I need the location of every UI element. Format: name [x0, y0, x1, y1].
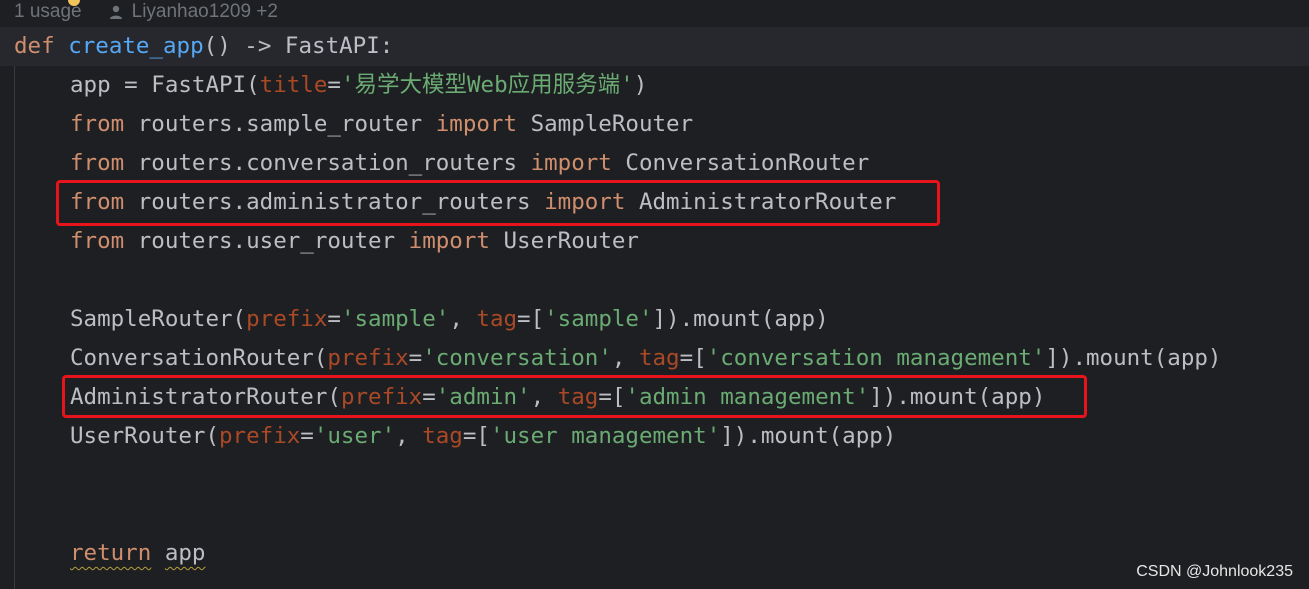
code-token: import [435, 111, 518, 137]
code-line[interactable]: ConversationRouter(prefix='conversation'… [14, 339, 1221, 378]
code-vision-hint: 1 usage Liyanhao1209 +2 [0, 0, 1309, 24]
code-token: def [14, 33, 55, 59]
highlight-box-import [56, 180, 940, 226]
authors-link[interactable]: Liyanhao1209 +2 [132, 1, 278, 23]
code-line[interactable]: return app [14, 534, 1221, 573]
code-token: tag [422, 423, 463, 449]
code-token: 易学大模型 [354, 72, 467, 98]
code-token: return [70, 540, 152, 566]
code-line[interactable]: from routers.conversation_routers import… [14, 144, 1221, 183]
code-token: ConversationRouter [611, 150, 870, 176]
code-line[interactable] [14, 456, 1221, 495]
code-token: prefix [327, 345, 409, 371]
code-token: = [300, 423, 314, 449]
code-token: UserRouter [489, 228, 639, 254]
code-token: routers.conversation_routers [124, 150, 531, 176]
code-token: ' [620, 72, 634, 98]
code-token: SampleRouter [517, 111, 694, 137]
code-token: =[ [679, 345, 707, 371]
code-line[interactable]: from routers.sample_router import Sample… [14, 105, 1221, 144]
code-editor[interactable]: def create_app() -> FastAPI: app = FastAP… [14, 27, 1221, 573]
code-token: 应用服务端 [507, 72, 621, 98]
code-token: prefix [219, 423, 301, 449]
code-line[interactable]: from routers.user_router import UserRout… [14, 222, 1221, 261]
code-token: , [611, 345, 639, 371]
code-line[interactable] [14, 261, 1221, 300]
code-token: import [530, 150, 612, 176]
code-token: UserRouter( [70, 423, 220, 449]
code-token: routers.user_router [124, 228, 409, 254]
watermark: CSDN @Johnlook235 [1136, 563, 1293, 580]
code-token: ]).mount(app) [652, 306, 829, 332]
code-token: () -> FastAPI: [203, 33, 394, 59]
code-token: import [408, 228, 490, 254]
code-token: Web [467, 72, 508, 98]
user-icon [109, 5, 122, 19]
code-token: tag [476, 306, 518, 332]
code-token: ConversationRouter( [70, 345, 328, 371]
code-token: 'conversation' [422, 345, 612, 371]
code-token: SampleRouter( [70, 306, 247, 332]
code-token: =[ [517, 306, 545, 332]
code-token: routers.sample_router [124, 111, 436, 137]
code-line[interactable]: def create_app() -> FastAPI: [14, 27, 1221, 66]
highlight-box-mount [62, 375, 1087, 418]
code-token: 'user management' [489, 423, 721, 449]
code-token: = [327, 306, 341, 332]
code-token: = [327, 72, 341, 98]
code-line[interactable]: app = FastAPI(title='易学大模型Web应用服务端') [14, 66, 1221, 105]
code-line[interactable] [14, 495, 1221, 534]
code-token: 'sample' [340, 306, 450, 332]
code-token: 'conversation management' [706, 345, 1046, 371]
code-token: 'sample' [544, 306, 653, 332]
code-token: app = FastAPI( [70, 72, 260, 98]
code-token: ]).mount(app) [1045, 345, 1222, 371]
code-token: prefix [246, 306, 328, 332]
code-token: 'user' [313, 423, 396, 449]
code-token: tag [638, 345, 680, 371]
code-token: from [70, 150, 125, 176]
code-token: , [395, 423, 423, 449]
code-token: =[ [462, 423, 490, 449]
code-token: app [164, 540, 206, 566]
code-token: ' [340, 72, 355, 98]
code-line[interactable]: UserRouter(prefix='user', tag=['user man… [14, 417, 1221, 456]
code-token: from [70, 228, 125, 254]
code-token: ) [633, 72, 648, 98]
code-token: = [408, 345, 423, 371]
code-token: from [70, 111, 125, 137]
code-token: , [449, 306, 477, 332]
code-line[interactable]: SampleRouter(prefix='sample', tag=['samp… [14, 300, 1221, 339]
code-token: ]).mount(app) [720, 423, 897, 449]
code-token: title [259, 72, 328, 98]
code-token: create_app [68, 33, 204, 59]
